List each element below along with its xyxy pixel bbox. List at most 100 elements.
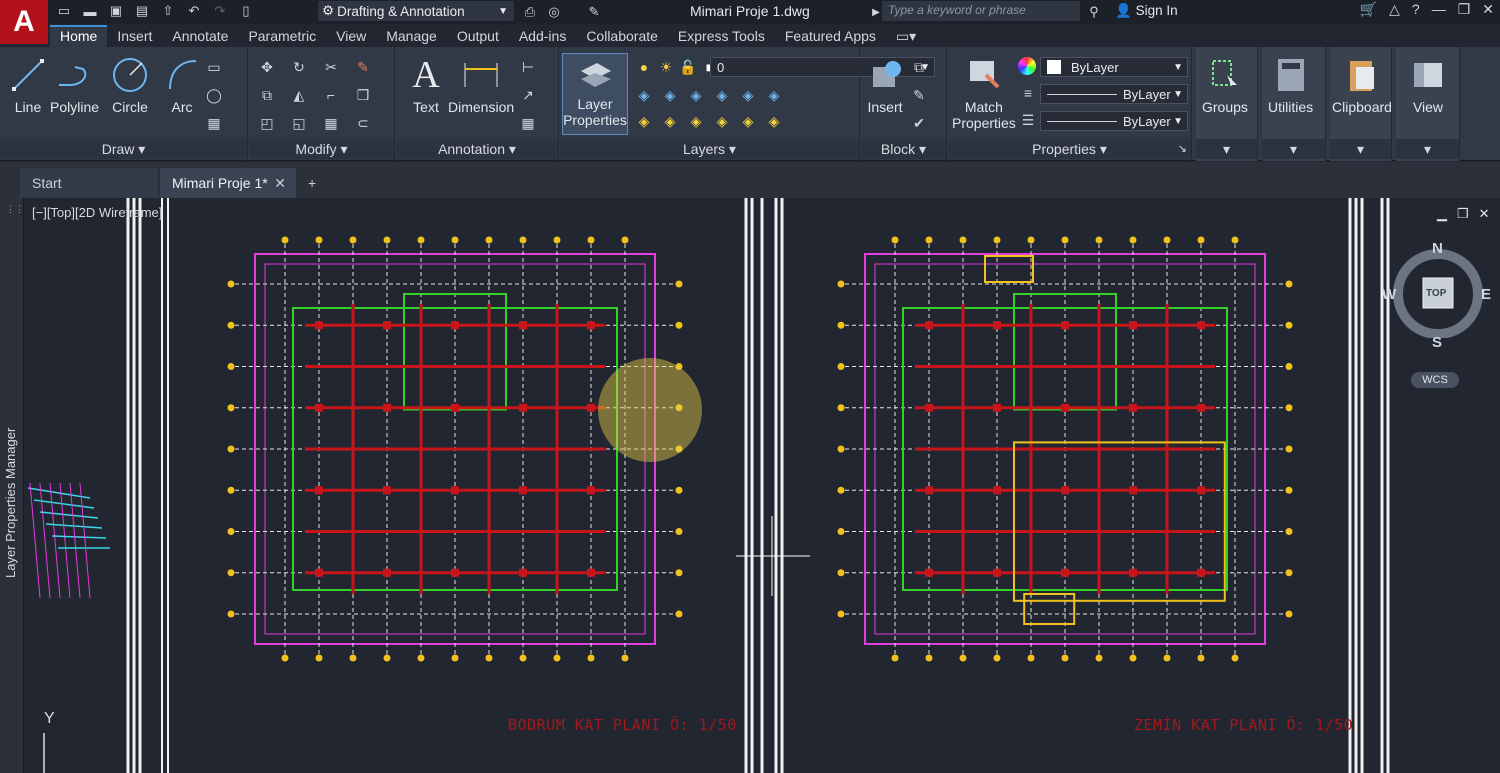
autodesk-app-icon[interactable]: △: [1389, 1, 1400, 18]
tab-express-tools[interactable]: Express Tools: [668, 25, 775, 47]
close-tab-icon[interactable]: ✕: [274, 168, 286, 198]
tab-home[interactable]: Home: [50, 25, 108, 47]
arc-button[interactable]: Arc: [162, 55, 202, 115]
layer-on-icon[interactable]: ◈: [686, 111, 706, 131]
viewport-minimize-icon[interactable]: ▁: [1437, 206, 1447, 222]
ribbon-options-icon[interactable]: ▭▾: [886, 25, 926, 47]
view-panel[interactable]: View ▾: [1396, 47, 1460, 161]
unlock-icon[interactable]: 🔓: [678, 57, 698, 77]
layer-current-icon[interactable]: ◈: [660, 111, 680, 131]
polyline-button[interactable]: Polyline: [50, 55, 99, 115]
redo-icon[interactable]: ↷: [210, 1, 230, 21]
draw-panel-title[interactable]: Draw ▾: [0, 139, 247, 159]
workspace-dropdown[interactable]: ⚙ Drafting & Annotation ▼: [318, 1, 514, 21]
match-properties-button[interactable]: Match Properties: [952, 55, 1016, 131]
leader-icon[interactable]: ↗: [518, 85, 538, 105]
binoculars-icon[interactable]: ⚲: [1084, 2, 1104, 22]
tab-add-ins[interactable]: Add-ins: [509, 25, 576, 47]
help-icon[interactable]: ?: [1412, 1, 1420, 18]
match-props-icon[interactable]: ✎: [584, 2, 604, 22]
color-dropdown[interactable]: ByLayer ▼: [1040, 57, 1188, 77]
clipboard-button[interactable]: Clipboard: [1332, 55, 1392, 115]
tab-view[interactable]: View: [326, 25, 376, 47]
application-menu-button[interactable]: A: [0, 0, 48, 44]
properties-panel-title[interactable]: Properties ▾ ↘: [948, 139, 1191, 159]
viewport-restore-icon[interactable]: ❐: [1457, 206, 1469, 222]
close-window-icon[interactable]: ✕: [1482, 1, 1494, 18]
view-expand-icon[interactable]: ▾: [1396, 139, 1459, 159]
restore-icon[interactable]: ❐: [1458, 1, 1471, 18]
tab-start[interactable]: Start: [20, 168, 158, 198]
tab-current-drawing[interactable]: Mimari Proje 1* ✕: [160, 168, 296, 198]
linetype-icon[interactable]: ≡: [1018, 83, 1038, 103]
tab-manage[interactable]: Manage: [376, 25, 447, 47]
globe-icon[interactable]: ◎: [544, 2, 564, 22]
compass-west[interactable]: W: [1382, 286, 1396, 303]
sign-in-button[interactable]: 👤 Sign In: [1115, 3, 1178, 19]
viewcube-top-face[interactable]: TOP: [1426, 288, 1446, 299]
layer-unisolate-icon[interactable]: ◈: [634, 111, 654, 131]
create-block-icon[interactable]: ⧉: [909, 57, 929, 77]
tab-collaborate[interactable]: Collaborate: [576, 25, 668, 47]
tab-parametric[interactable]: Parametric: [238, 25, 326, 47]
save-as-icon[interactable]: ▤: [132, 1, 152, 21]
lineweight-dropdown[interactable]: ByLayer ▼: [1040, 111, 1188, 131]
offset-icon[interactable]: ⊂: [353, 113, 373, 133]
compass-east[interactable]: E: [1481, 286, 1491, 303]
panel-launcher-icon[interactable]: ↘: [1178, 139, 1187, 159]
viewport-controls-label[interactable]: [−][Top][2D Wireframe]: [32, 205, 162, 220]
text-button[interactable]: A Text: [406, 54, 446, 115]
rectangle-icon[interactable]: ▭: [204, 57, 224, 77]
drawing-canvas[interactable]: [0, 198, 1500, 773]
new-tab-button[interactable]: +: [302, 168, 328, 198]
insert-block-button[interactable]: Insert: [865, 55, 905, 115]
compass-north[interactable]: N: [1432, 240, 1443, 257]
plot-icon[interactable]: ⎙: [520, 2, 540, 22]
table-icon[interactable]: ▦: [518, 113, 538, 133]
fillet-icon[interactable]: ⌐: [321, 85, 341, 105]
palette-grip-icon[interactable]: ⋮⋮: [6, 204, 24, 215]
rotate-icon[interactable]: ↻: [289, 57, 309, 77]
layer-unlock-icon[interactable]: ◈: [738, 111, 758, 131]
tab-featured-apps[interactable]: Featured Apps: [775, 25, 886, 47]
edit-attributes-icon[interactable]: ✔: [909, 113, 929, 133]
layer-lock-icon[interactable]: ◈: [738, 85, 758, 105]
layer-match-icon[interactable]: ◈: [660, 85, 680, 105]
open-folder-icon[interactable]: ▬: [80, 1, 100, 21]
viewport-close-icon[interactable]: ✕: [1479, 206, 1490, 222]
tab-insert[interactable]: Insert: [107, 25, 162, 47]
layer-isolate-icon[interactable]: ◈: [634, 85, 654, 105]
minimize-icon[interactable]: —: [1432, 1, 1446, 18]
clipboard-expand-icon[interactable]: ▾: [1330, 139, 1391, 159]
tab-annotate[interactable]: Annotate: [162, 25, 238, 47]
trim-icon[interactable]: ✂: [321, 57, 341, 77]
explode-icon[interactable]: ❒: [353, 85, 373, 105]
linear-dim-icon[interactable]: ⊢: [518, 57, 538, 77]
layer-properties-button[interactable]: Layer Properties: [562, 53, 628, 135]
modify-panel-title[interactable]: Modify ▾: [249, 139, 394, 159]
wcs-menu[interactable]: WCS: [1411, 372, 1459, 388]
hatch-icon[interactable]: ▦: [204, 113, 224, 133]
line-button[interactable]: Line: [8, 55, 48, 115]
utilities-expand-icon[interactable]: ▾: [1262, 139, 1325, 159]
array-icon[interactable]: ▦: [321, 113, 341, 133]
dimension-button[interactable]: Dimension: [448, 55, 514, 115]
undo-icon[interactable]: ↶: [184, 1, 204, 21]
utilities-button[interactable]: Utilities: [1268, 55, 1313, 115]
layer-walk-icon[interactable]: ◈: [764, 85, 784, 105]
lineweight-icon[interactable]: ☰: [1018, 110, 1038, 130]
share-icon[interactable]: ▯: [236, 1, 256, 21]
tab-output[interactable]: Output: [447, 25, 509, 47]
sun-icon[interactable]: ☀: [656, 57, 676, 77]
compass-south[interactable]: S: [1432, 334, 1442, 351]
move-icon[interactable]: ✥: [257, 57, 277, 77]
color-wheel-icon[interactable]: [1018, 57, 1036, 75]
layer-merge-icon[interactable]: ◈: [764, 111, 784, 131]
circle-button[interactable]: Circle: [110, 55, 150, 115]
view-button[interactable]: View: [1408, 55, 1448, 115]
erase-icon[interactable]: ✎: [353, 57, 373, 77]
layers-panel-title[interactable]: Layers ▾: [560, 139, 859, 159]
mirror-icon[interactable]: ◭: [289, 85, 309, 105]
groups-expand-icon[interactable]: ▾: [1196, 139, 1257, 159]
utilities-panel[interactable]: Utilities ▾: [1262, 47, 1326, 161]
